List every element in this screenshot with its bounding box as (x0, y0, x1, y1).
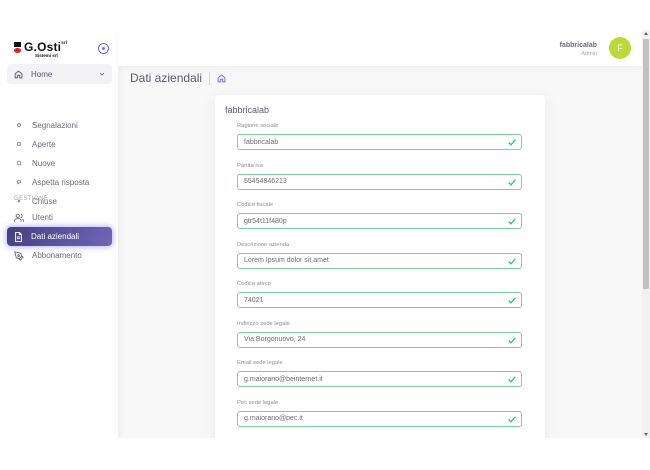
field-input[interactable]: Via Borgonuovo, 24 (237, 331, 522, 348)
check-icon (508, 336, 516, 344)
check-icon (508, 218, 516, 225)
form-field: Pec sede legale g.maiorano@pec.it (237, 400, 522, 427)
scroll-up-arrow-icon[interactable] (644, 32, 648, 35)
sidebar-item-dati-aziendali-label: Dati aziendali (31, 232, 80, 241)
sidebar-item-aspetta-risposta-label: Aspetta risposta (32, 177, 90, 187)
form-field: Codice ateco 74021 (237, 281, 522, 308)
sidebar: G.Ostisrl Sistemi srl Home Segnalazioni … (0, 30, 118, 438)
check-icon (508, 178, 516, 186)
sidebar-item-aperte[interactable]: Aperte (7, 136, 112, 152)
sidebar-item-segnalazioni-label: Segnalazioni (32, 120, 78, 130)
sidebar-item-abbonamento[interactable]: Abbonamento (7, 246, 112, 265)
chat-bullet-icon (17, 180, 21, 185)
field-label: Pec sede legale (237, 399, 279, 406)
brand-mark-icon (14, 42, 21, 53)
field-label: Ragione sociale (237, 123, 279, 129)
app-window: G.Ostisrl Sistemi srl Home Segnalazioni … (0, 30, 650, 438)
brand-logo[interactable]: G.Ostisrl Sistemi srl (14, 40, 94, 60)
form-field: Ragione sociale fabbricalab (237, 123, 522, 150)
sidebar-toggle-button[interactable] (98, 43, 109, 54)
user-role: Admin (581, 51, 597, 57)
content-header: Dati aziendali (130, 72, 226, 85)
document-icon (15, 231, 22, 242)
field-value: Lorem Ipsum dolor sit amet (244, 257, 329, 264)
users-icon (14, 213, 24, 222)
page-scrollbar[interactable] (642, 30, 650, 438)
check-icon (508, 297, 516, 304)
breadcrumb-home-icon[interactable] (217, 74, 226, 83)
field-input[interactable]: g.maiorano@beinternet.it (237, 371, 522, 387)
form-field: Partita iva 55454846213 (237, 163, 522, 190)
user-name[interactable]: fabbricalab (560, 42, 597, 49)
field-input[interactable]: g.maiorano@pec.it (237, 410, 522, 427)
field-input[interactable]: 55454846213 (237, 173, 522, 190)
form-field: Descrizione azienda Lorem Ipsum dolor sit… (237, 242, 522, 269)
sidebar-item-utenti-label: Utenti (32, 213, 53, 222)
square-bullet-icon (17, 142, 21, 146)
sidebar-item-nuove[interactable]: Nuove (7, 155, 112, 171)
sidebar-item-utenti[interactable]: Utenti (7, 208, 112, 227)
sidebar-item-aperte-label: Aperte (32, 139, 56, 149)
field-input[interactable]: gtr54t11f480p (237, 213, 522, 229)
check-icon (508, 139, 516, 146)
file-bullet-icon (17, 160, 22, 166)
field-label: Descrizione azienda (237, 241, 290, 248)
brand-name-super: srl (61, 40, 68, 45)
field-label: Email sede legale (237, 360, 283, 366)
brand-name: G.Ostisrl (24, 40, 68, 54)
scroll-thumb[interactable] (643, 39, 649, 289)
sidebar-item-abbonamento-label: Abbonamento (32, 251, 82, 260)
field-value: 74021 (244, 296, 264, 304)
check-icon (508, 257, 516, 265)
avatar[interactable]: F (609, 37, 631, 59)
sidebar-item-home[interactable]: Home (7, 64, 112, 84)
field-value: 55454846213 (244, 178, 287, 185)
page-title: Dati aziendali (130, 72, 211, 85)
field-value: Via Borgonuovo, 24 (244, 336, 306, 343)
scroll-down-arrow-icon[interactable] (644, 433, 648, 436)
field-value: g.maiorano@beinternet.it (244, 375, 323, 383)
company-data-card: fabbricalab Ragione sociale fabbricalab Pa… (215, 95, 545, 438)
field-value: gtr54t11f480p (244, 217, 287, 225)
sidebar-item-dati-aziendali[interactable]: Dati aziendali (7, 227, 112, 246)
form-field: Codice fiscale gtr54t11f480p (237, 202, 522, 229)
sidebar-item-segnalazioni[interactable]: Segnalazioni (7, 117, 112, 133)
field-value: g.maiorano@pec.it (244, 415, 303, 422)
sidebar-item-home-label: Home (31, 69, 53, 79)
pen-tool-icon (14, 250, 24, 261)
field-input[interactable]: Lorem Ipsum dolor sit amet (237, 252, 522, 269)
check-icon (508, 376, 516, 383)
section-title-gestione: GESTIONE (14, 196, 49, 202)
check-icon (508, 415, 516, 423)
field-label: Partita iva (237, 162, 263, 169)
form-field: Indirizzo sede legale Via Borgonuovo, 24 (237, 321, 522, 348)
sidebar-item-nuove-label: Nuove (32, 158, 56, 168)
form-field: Email sede legale g.maiorano@beinternet.i… (237, 360, 522, 387)
field-input[interactable]: 74021 (237, 292, 522, 308)
field-label: Codice fiscale (237, 202, 274, 208)
field-label: Indirizzo sede legale (237, 320, 290, 327)
sidebar-item-aspetta-risposta[interactable]: Aspetta risposta (7, 174, 112, 190)
card-title: fabbricalab (225, 105, 270, 115)
chevron-down-icon (99, 72, 105, 76)
circle-bullet-icon (17, 123, 21, 127)
field-input[interactable]: fabbricalab (237, 134, 522, 150)
brand-subtitle: Sistemi srl (35, 53, 58, 58)
field-value: fabbricalab (244, 138, 279, 146)
home-icon (14, 70, 23, 78)
field-label: Codice ateco (237, 281, 271, 287)
top-navbar: fabbricalab Admin F (118, 30, 642, 66)
